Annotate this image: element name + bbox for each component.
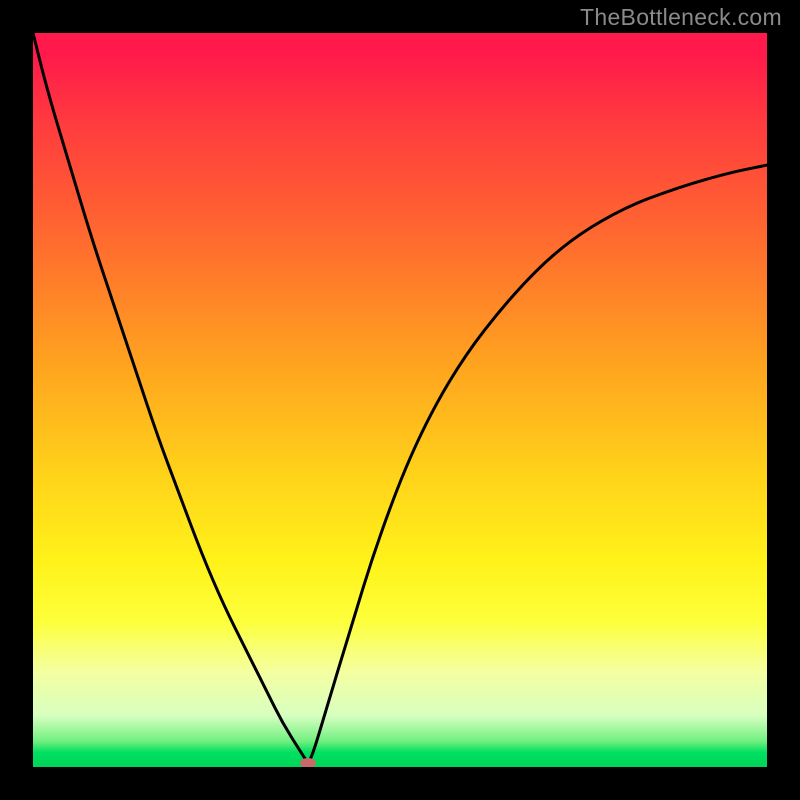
- chart-curve: [33, 33, 767, 767]
- watermark-text: TheBottleneck.com: [580, 4, 782, 31]
- chart-plot-area: [33, 33, 767, 767]
- chart-minimum-marker: [300, 758, 316, 767]
